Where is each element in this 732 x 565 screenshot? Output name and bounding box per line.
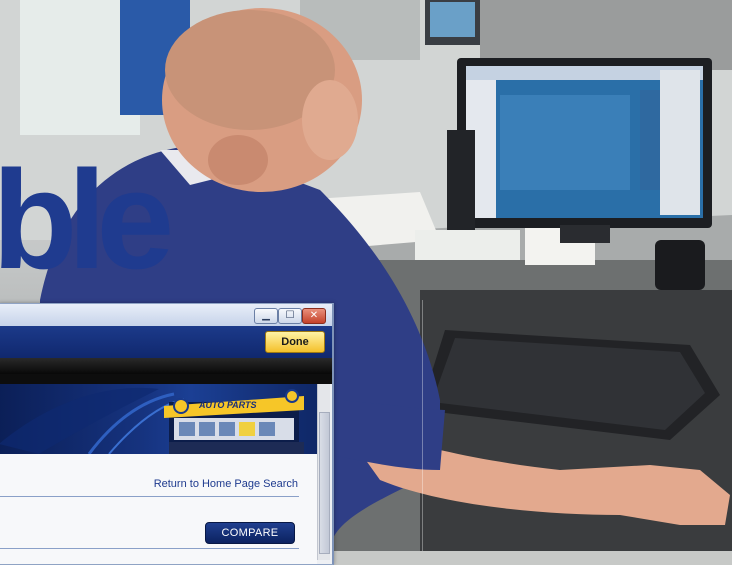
application-window: ▁ ☐ ✕ Done AUTO PARTS Return to Home Pag… bbox=[0, 303, 334, 565]
scrollbar-thumb[interactable] bbox=[319, 412, 330, 554]
headline-text: ble bbox=[0, 141, 174, 298]
divider-line bbox=[0, 548, 299, 549]
header-banner: AUTO PARTS bbox=[0, 384, 319, 454]
done-button[interactable]: Done bbox=[265, 331, 325, 353]
return-home-link[interactable]: Return to Home Page Search bbox=[154, 478, 298, 490]
window-titlebar[interactable]: ▁ ☐ ✕ bbox=[0, 304, 332, 326]
nav-bar bbox=[0, 358, 332, 374]
maximize-icon[interactable]: ☐ bbox=[278, 308, 302, 324]
content-area: Return to Home Page Search COMPARE bbox=[0, 454, 317, 564]
nav-bar-lower bbox=[0, 374, 332, 384]
minimize-icon[interactable]: ▁ bbox=[254, 308, 278, 324]
divider-line bbox=[0, 496, 299, 497]
close-icon[interactable]: ✕ bbox=[302, 308, 326, 324]
window-toolbar: Done bbox=[0, 326, 332, 358]
banner-sign-text: AUTO PARTS bbox=[198, 400, 257, 410]
divider-line bbox=[422, 300, 423, 551]
vertical-scrollbar[interactable] bbox=[317, 384, 330, 560]
compare-button[interactable]: COMPARE bbox=[205, 522, 295, 544]
store-banner-image: AUTO PARTS bbox=[0, 387, 304, 454]
